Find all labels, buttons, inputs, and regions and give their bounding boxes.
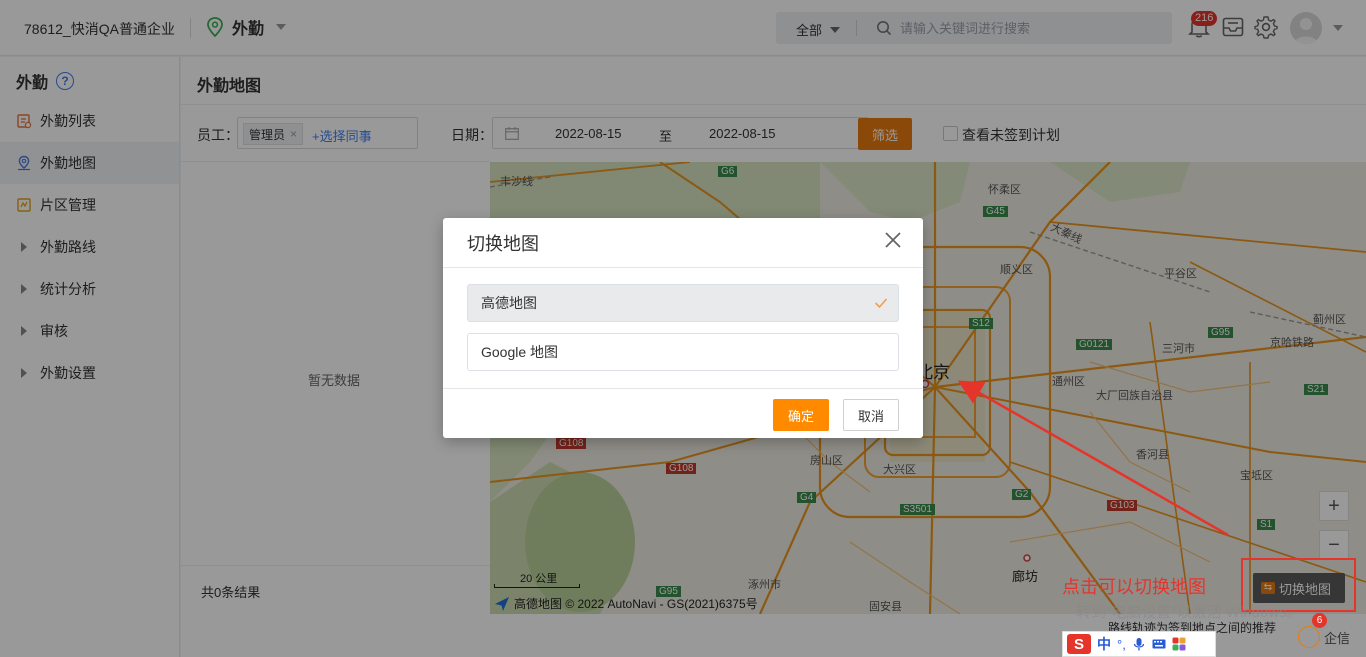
keyboard-icon[interactable] xyxy=(1152,637,1166,651)
input-method-toolbar[interactable]: S 中 °, xyxy=(1062,631,1216,657)
dialog-header-divider xyxy=(443,267,923,268)
map-option-google[interactable]: Google 地图 xyxy=(467,333,899,371)
chat-bubble-icon xyxy=(1298,626,1320,648)
confirm-button[interactable]: 确定 xyxy=(773,399,829,431)
close-icon[interactable] xyxy=(882,229,904,251)
enterprise-chat-button[interactable]: 企信 xyxy=(1298,617,1366,657)
checkmark-icon xyxy=(874,298,888,309)
dialog-footer-divider xyxy=(443,388,923,389)
enterprise-chat-label: 企信 xyxy=(1324,630,1351,646)
sogou-ime-icon[interactable]: S xyxy=(1067,634,1091,654)
map-option-label: 高德地图 xyxy=(481,295,537,311)
ime-mode-toggle[interactable]: 中 xyxy=(1097,634,1111,654)
enterprise-chat-badge: 6 xyxy=(1312,613,1327,628)
map-option-amap[interactable]: 高德地图 xyxy=(467,284,899,322)
cancel-button[interactable]: 取消 xyxy=(843,399,899,431)
dialog-title: 切换地图 xyxy=(467,234,539,254)
switch-map-dialog: 切换地图 高德地图 Google 地图 确定 取消 xyxy=(443,218,923,438)
windows-activation-watermark: 转到"电脑设置"以激活 Windows。 xyxy=(1076,604,1302,621)
skin-grid-icon[interactable] xyxy=(1172,637,1186,651)
microphone-icon[interactable] xyxy=(1132,637,1146,651)
map-option-label: Google 地图 xyxy=(481,344,559,360)
ime-punctuation-toggle[interactable]: °, xyxy=(1117,637,1126,652)
